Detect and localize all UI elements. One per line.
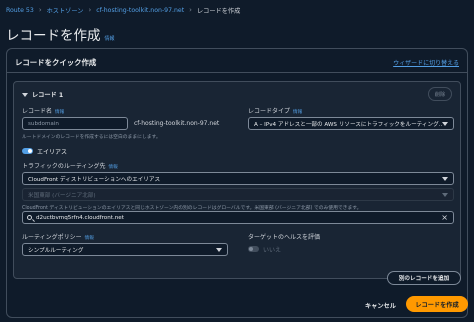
caret-down-icon[interactable]: [22, 92, 28, 97]
breadcrumb-current: レコードを作成: [196, 7, 241, 15]
health-label: ターゲットのヘルスを評価: [248, 232, 320, 241]
routing-policy-info-link[interactable]: 情報: [85, 235, 94, 241]
distribution-value: d2uctbvmq5rfn4.cloudfront.net: [36, 214, 124, 221]
record-name-label: レコード名 情報: [22, 106, 64, 115]
chevron-down-icon: [442, 122, 448, 126]
page-title: レコードを作成: [6, 28, 101, 44]
record-name-info-link[interactable]: 情報: [55, 109, 64, 115]
breadcrumb-separator: ›: [189, 6, 192, 14]
breadcrumb: Route 53 › ホストゾーン › cf-hosting-toolkit.n…: [6, 5, 240, 15]
breadcrumb-separator: ›: [88, 6, 92, 14]
region-select: 米国東部 (バージニア北部): [22, 188, 454, 201]
distribution-search-input[interactable]: d2uctbvmq5rfn4.cloudfront.net ×: [22, 211, 454, 224]
domain-suffix: cf-hosting-toolkit.non-97.net: [134, 120, 220, 127]
region-hint: CloudFront ディストリビューションのエイリアスと同じホストゾーン内の別…: [22, 206, 362, 211]
health-value: いいえ: [263, 247, 282, 254]
routing-policy-label: ルーティングポリシー 情報: [22, 232, 94, 241]
delete-button[interactable]: 削除: [428, 87, 452, 101]
page-header: レコードを作成 情報: [6, 24, 115, 44]
record-name-input[interactable]: subdomain: [22, 117, 128, 130]
breadcrumb-zone[interactable]: cf-hosting-toolkit.non-97.net: [96, 7, 184, 14]
breadcrumb-separator: ›: [38, 6, 42, 14]
add-another-record-button[interactable]: 別のレコードを追加: [387, 271, 461, 285]
routing-target-value: CloudFront ディストリビューションへのエイリアス: [28, 176, 161, 183]
create-records-button[interactable]: レコードを作成: [406, 296, 468, 312]
routing-policy-label-text: ルーティングポリシー: [22, 234, 82, 241]
alias-label: エイリアス: [37, 149, 68, 156]
routing-target-select[interactable]: CloudFront ディストリビューションへのエイリアス: [22, 172, 454, 185]
search-icon: [27, 215, 32, 220]
breadcrumb-hosted-zones[interactable]: ホストゾーン: [47, 6, 84, 15]
routing-target-label: トラフィックのルーティング先 情報: [22, 161, 118, 170]
record-type-label-text: レコードタイプ: [248, 108, 291, 115]
breadcrumb-route53[interactable]: Route 53: [6, 7, 34, 14]
health-toggle: [248, 246, 259, 252]
switch-to-wizard-link[interactable]: ウィザードに切り替える: [393, 58, 459, 67]
record-header[interactable]: レコード 1: [22, 90, 63, 99]
quick-create-panel: レコードをクイック作成 ウィザードに切り替える レコード 1 削除 レコード名 …: [6, 48, 468, 318]
page-info-link[interactable]: 情報: [105, 35, 115, 42]
record-title: レコード 1: [32, 92, 64, 99]
routing-policy-select[interactable]: シンプルルーティング: [22, 243, 228, 256]
record-name-hint: ルートドメインのレコードを作成するには空白のままにします。: [22, 135, 161, 140]
routing-target-label-text: トラフィックのルーティング先: [22, 163, 106, 170]
record-name-label-text: レコード名: [22, 108, 53, 115]
record-type-value: A – IPv4 アドレスと一部の AWS リソースにトラフィックをルーティング…: [254, 121, 442, 128]
cancel-button[interactable]: キャンセル: [365, 301, 396, 310]
health-label-text: ターゲットのヘルスを評価: [248, 234, 321, 241]
region-placeholder: 米国東部 (バージニア北部): [28, 192, 96, 199]
record-type-info-link[interactable]: 情報: [293, 109, 302, 115]
clear-icon[interactable]: ×: [441, 213, 448, 222]
record-type-label: レコードタイプ 情報: [248, 106, 302, 115]
panel-header: レコードをクイック作成 ウィザードに切り替える: [7, 49, 467, 73]
record-container: レコード 1 削除 レコード名 情報 subdomain cf-hosting-…: [13, 81, 461, 279]
alias-toggle[interactable]: [22, 148, 33, 154]
chevron-down-icon: [442, 193, 448, 197]
panel-title: レコードをクイック作成: [15, 58, 97, 67]
routing-target-info-link[interactable]: 情報: [109, 164, 118, 170]
chevron-down-icon: [216, 248, 222, 252]
record-type-select[interactable]: A – IPv4 アドレスと一部の AWS リソースにトラフィックをルーティング…: [248, 117, 454, 130]
routing-policy-value: シンプルルーティング: [28, 247, 84, 254]
chevron-down-icon: [442, 177, 448, 181]
